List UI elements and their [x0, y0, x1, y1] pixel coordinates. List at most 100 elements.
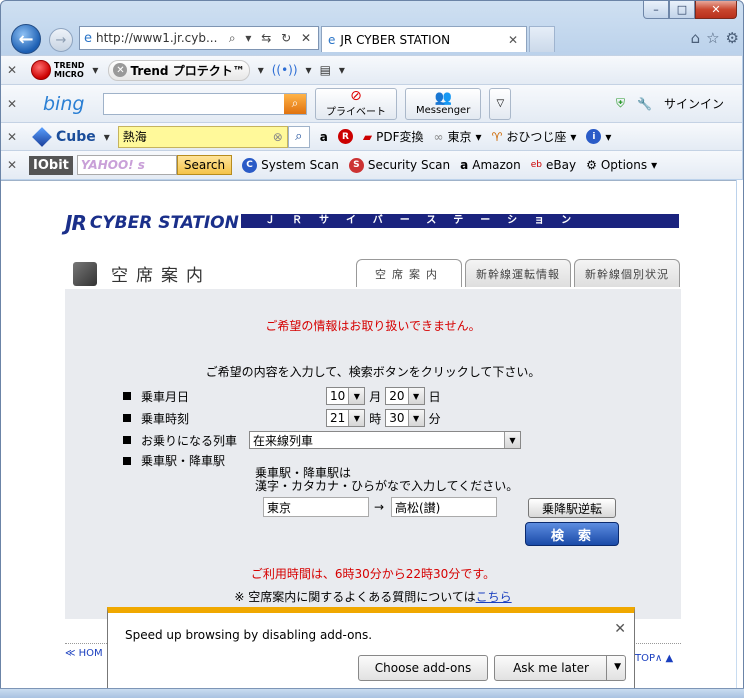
tab-shinkansen-status[interactable]: 新幹線運転情報 [465, 259, 571, 287]
tab-jr-cyber-station[interactable]: e JR CYBER STATION ✕ [321, 26, 527, 52]
wifi-icon[interactable]: ((•)) [272, 63, 298, 77]
wrench-icon[interactable]: 🔧 [637, 97, 652, 111]
bullet [123, 436, 131, 444]
dropdown-icon: ▾ [605, 129, 612, 144]
train-type-select[interactable]: 在来線列車 ▼ [249, 431, 521, 449]
tab-close-icon[interactable]: ✕ [508, 33, 518, 47]
day-unit: 日 [428, 389, 441, 404]
tab-seat-availability[interactable]: 空席案内 [356, 259, 462, 287]
ebay-button[interactable]: eb eBay [531, 158, 576, 172]
faq-line: ※ 空席案内に関するよくある質問についてはこちら [65, 588, 681, 605]
new-tab-button[interactable] [529, 26, 555, 52]
yahoo-search-button[interactable]: Search [176, 155, 233, 175]
trendmicro-ball-icon [31, 60, 51, 80]
address-bar[interactable]: e http://www1.jr.cyb... ⌕ ▾ ⇆ ↻ ✕ [79, 26, 319, 50]
home-link[interactable]: ≪ HOM [65, 648, 103, 659]
toolbar-close-icon[interactable]: ✕ [1, 63, 23, 77]
ie-page-icon: e [328, 32, 336, 47]
dropdown-icon[interactable]: ▾ [104, 130, 110, 144]
chevron-down-icon: ▼ [348, 388, 365, 404]
dropdown-icon: ▾ [651, 158, 658, 172]
search-icon[interactable]: ⌕ [287, 125, 310, 148]
home-icon[interactable]: ⌂ [691, 29, 701, 47]
navigation-bar: ← → e http://www1.jr.cyb... ⌕ ▾ ⇆ ↻ ✕ e … [9, 23, 739, 55]
signin-link[interactable]: サインイン [664, 95, 724, 112]
cube-logo[interactable]: Cube [32, 126, 96, 147]
stations-row: 乗車駅・降車駅 [123, 452, 271, 469]
private-icon: ⊘ [350, 88, 362, 104]
address-tools[interactable]: ⌕ ▾ ⇆ ↻ ✕ [229, 31, 314, 46]
tools-gear-icon[interactable]: ⚙ [726, 29, 739, 47]
iobit-logo[interactable]: IObit [29, 155, 73, 175]
top-link[interactable]: TOP∧ ▲ [635, 653, 673, 664]
toolbar-close-icon[interactable]: ✕ [1, 158, 23, 172]
system-scan-button[interactable]: C System Scan [242, 157, 339, 173]
close-window-button[interactable]: ✕ [695, 1, 737, 19]
split-divider [606, 656, 607, 680]
scrollbar[interactable] [737, 180, 743, 688]
dropdown-icon[interactable]: ▾ [306, 63, 312, 77]
weather-button[interactable]: ∞ 東京 ▾ [434, 128, 482, 145]
to-station-input[interactable]: 高松(讃) [391, 497, 497, 517]
ask-later-button[interactable]: Ask me later ▼ [494, 655, 626, 681]
notification-text: Speed up browsing by disabling add-ons. [125, 628, 373, 642]
security-scan-button[interactable]: S Security Scan [348, 157, 450, 173]
notification-close-icon[interactable]: ✕ [614, 621, 626, 637]
toolbar-close-icon[interactable]: ✕ [1, 130, 23, 144]
bing-right: ⛨ 🔧 サインイン [616, 95, 724, 112]
trendmicro-toolbar: ✕ TREND MICRO ▾ ✕ Trend プロテクト™ ▾ ((•)) ▾… [1, 55, 742, 84]
amazon-cube-button[interactable]: a [320, 130, 328, 144]
minimize-button[interactable]: – [643, 1, 669, 19]
chevron-down-icon: ▼ [348, 410, 365, 426]
shield-icon[interactable]: ⛨ [616, 96, 625, 111]
amazon-button[interactable]: a Amazon [460, 158, 521, 172]
private-button[interactable]: ⊘ プライベート [315, 87, 397, 120]
tab-shinkansen-individual[interactable]: 新幹線個別状況 [574, 259, 680, 287]
reverse-stations-button[interactable]: 乗降駅逆転 [528, 498, 616, 518]
clear-icon[interactable]: ⊗ [273, 130, 283, 144]
maximize-button[interactable]: □ [669, 1, 695, 19]
search-button[interactable]: 検索 [525, 522, 619, 546]
pdf-convert-button[interactable]: ▰ PDF変換 [363, 128, 424, 145]
toolbar-close-icon[interactable]: ✕ [1, 97, 23, 111]
back-button[interactable]: ← [11, 24, 41, 54]
favorites-star-icon[interactable]: ☆ [706, 29, 719, 47]
yahoo-search-input[interactable]: YAHOO! s [76, 155, 177, 175]
ebay-icon: eb [530, 160, 542, 170]
messenger-button[interactable]: 👥 Messenger [405, 87, 482, 120]
train-label: お乗りになる列車 [141, 433, 238, 448]
search-icon[interactable]: ⌕ [284, 93, 306, 114]
hour-select[interactable]: 21 ▼ [326, 409, 366, 427]
trend-protect-button[interactable]: ✕ Trend プロテクト™ [108, 59, 250, 81]
page-title: 空席案内 [73, 261, 211, 286]
dropdown-icon[interactable]: ▾ [258, 63, 264, 77]
trendmicro-logo[interactable]: TREND MICRO [31, 60, 84, 80]
dropdown-icon[interactable]: ▾ [339, 63, 345, 77]
day-select[interactable]: 20 ▼ [385, 387, 425, 405]
more-dropdown-button[interactable]: ▽ [489, 87, 512, 120]
dropdown-icon: ▾ [570, 129, 577, 144]
horoscope-button[interactable]: ♈ おひつじ座 ▾ [492, 128, 577, 145]
info-button[interactable]: i ▾ [586, 129, 611, 144]
arrow-icon: → [374, 500, 385, 514]
weather-icon: ∞ [433, 129, 444, 144]
cube-label: Cube [56, 128, 96, 145]
weather-city: 東京 [447, 130, 472, 144]
bing-search-input[interactable]: ⌕ [103, 92, 307, 115]
minute-select[interactable]: 30 ▼ [385, 409, 425, 427]
protect-icon: ✕ [113, 63, 128, 77]
from-station-input[interactable]: 東京 [263, 497, 369, 517]
faq-link[interactable]: こちら [476, 590, 512, 604]
forward-button[interactable]: → [49, 28, 73, 52]
choose-addons-button[interactable]: Choose add-ons [358, 655, 488, 681]
month-select[interactable]: 10 ▼ [326, 387, 366, 405]
dropdown-icon[interactable]: ▾ [92, 63, 98, 77]
cube-search-input[interactable]: 熱海 ⊗ [117, 125, 288, 148]
keyboard-icon[interactable]: ▤ [320, 63, 331, 77]
service-hours: ご利用時間は、6時30分から22時30分です。 [250, 567, 496, 581]
jr-cyber-station-logo: JR CYBER STATION [65, 211, 239, 235]
rakuten-button[interactable]: R [337, 129, 353, 144]
bing-logo: bing [43, 92, 85, 115]
chevron-down-icon[interactable]: ▼ [614, 662, 621, 672]
options-button[interactable]: ⚙ Options ▾ [586, 158, 657, 172]
